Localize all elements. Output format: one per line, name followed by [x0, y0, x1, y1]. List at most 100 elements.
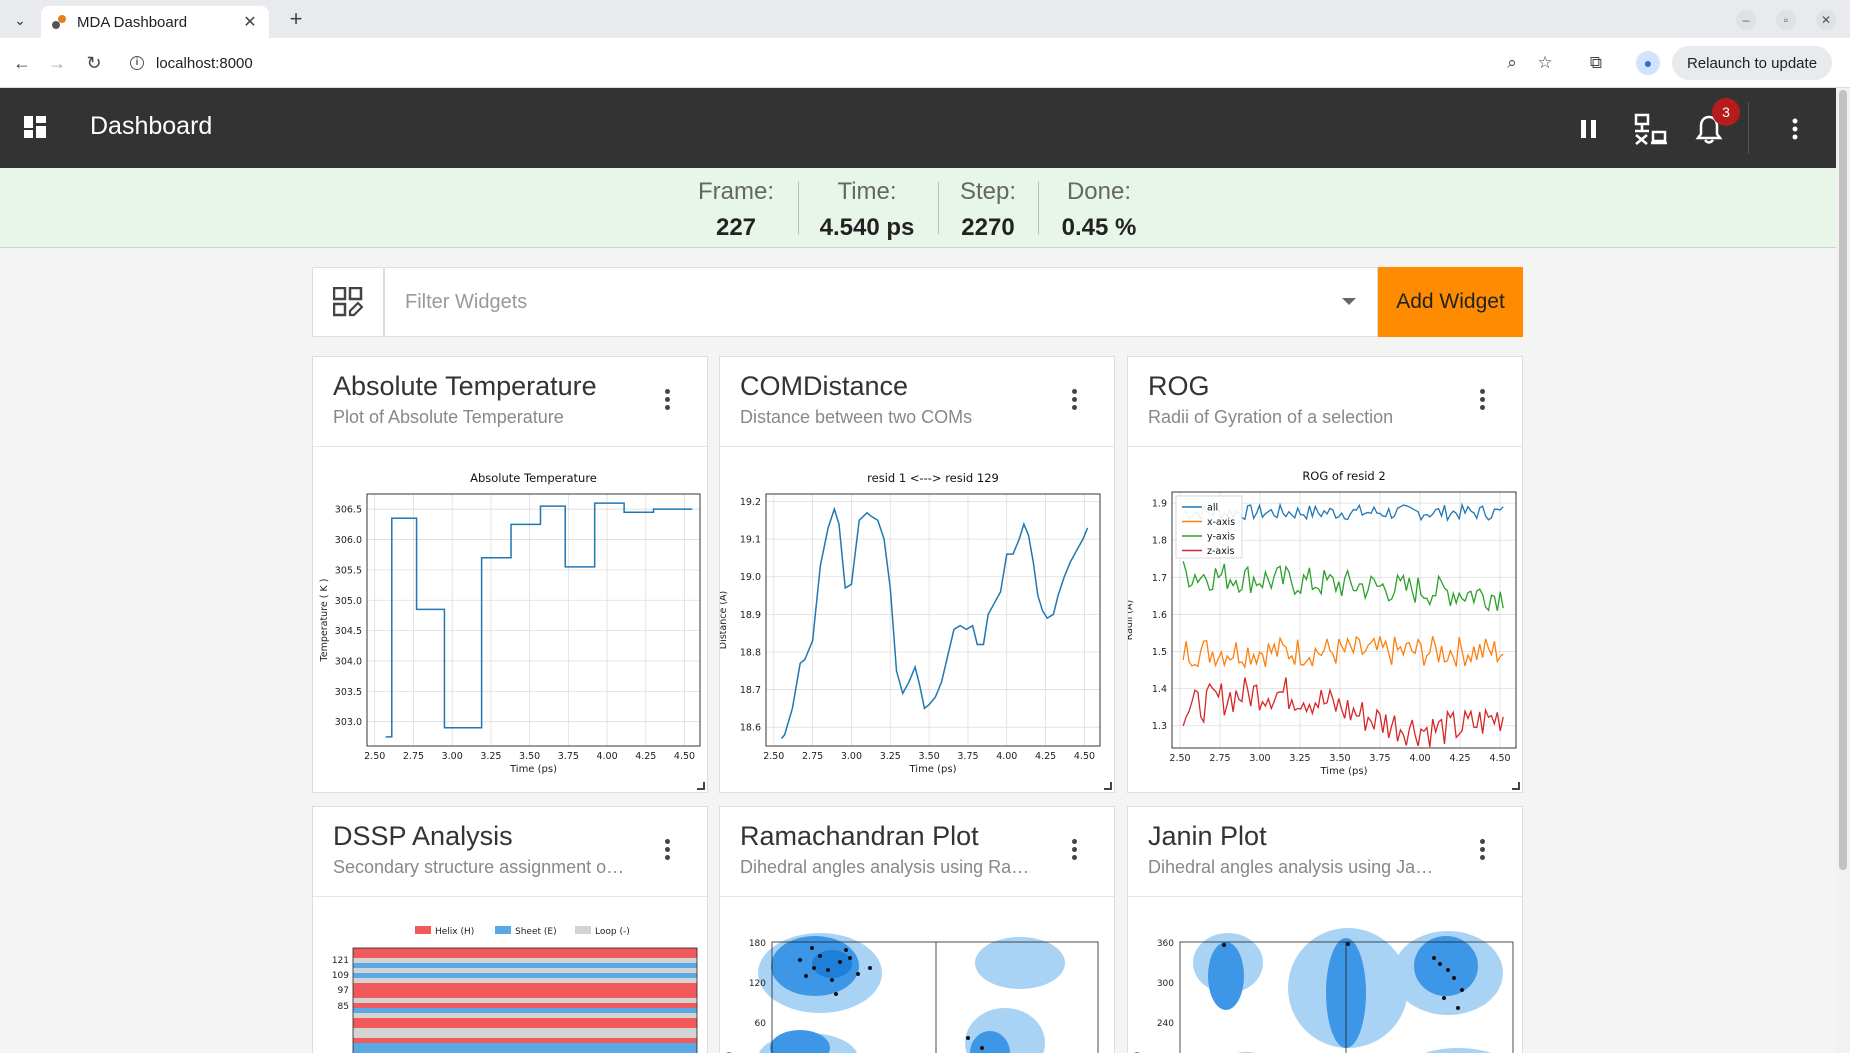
frame-stat: Frame: 227	[696, 178, 776, 242]
density-region	[1208, 942, 1244, 1010]
y-tick-label: 97	[338, 986, 349, 996]
data-point	[1442, 996, 1446, 1000]
data-point	[826, 968, 830, 972]
x-tick-label: 2.75	[403, 751, 424, 762]
extensions-icon[interactable]: ⧉	[1584, 51, 1608, 75]
y-tick-label: 19.1	[740, 535, 761, 546]
app-toolbar: Dashboard 3	[0, 88, 1836, 168]
y-tick-label: 18.8	[740, 647, 761, 658]
relaunch-button[interactable]: Relaunch to update	[1672, 46, 1832, 80]
rog-series-line-y-axis	[1182, 561, 1504, 612]
card-subtitle: Plot of Absolute Temperature	[333, 407, 564, 427]
janin-chart: 360300240rees)	[1133, 928, 1514, 1053]
x-tick-label: 3.75	[957, 751, 978, 762]
dssp-row	[353, 1018, 697, 1023]
dssp-row	[353, 983, 697, 988]
data-point	[804, 974, 808, 978]
dssp-row	[353, 958, 697, 963]
x-tick-label: 4.25	[1449, 753, 1470, 764]
x-tick-label: 2.50	[763, 751, 784, 762]
ramachandran-chart: 18012060rees)	[725, 933, 1099, 1053]
data-point	[1432, 956, 1436, 960]
y-tick-label: 360	[1157, 939, 1174, 949]
legend-label: z-axis	[1207, 546, 1234, 557]
y-tick-label: 306.0	[335, 535, 362, 546]
pause-icon[interactable]	[1572, 112, 1606, 146]
stat-separator	[938, 182, 939, 234]
back-arrow-icon[interactable]: ←	[10, 51, 34, 75]
card-more-vert-icon[interactable]	[663, 837, 671, 863]
widget-card-rog: ROG Radii of Gyration of a selection ROG…	[1127, 356, 1523, 793]
minimize-icon[interactable]: –	[1736, 10, 1756, 30]
reload-icon[interactable]: ↻	[82, 51, 106, 75]
y-axis-label: Temperature ( K )	[319, 579, 330, 663]
profile-avatar-icon[interactable]: ●	[1636, 51, 1660, 75]
stat-separator	[1038, 182, 1039, 234]
browser-tab[interactable]: MDA Dashboard ✕	[41, 6, 269, 38]
data-point	[1438, 962, 1442, 966]
y-tick-label: 1.5	[1152, 647, 1167, 658]
density-region	[1414, 936, 1478, 996]
filter-widgets-input[interactable]: Filter Widgets	[384, 267, 1378, 337]
data-point	[798, 958, 802, 962]
chart-title: ROG of resid 2	[1302, 469, 1385, 483]
y-axis-label: Distance (Å)	[720, 591, 729, 649]
y-tick-label: 303.5	[335, 687, 362, 698]
y-tick-label: 1.6	[1152, 610, 1167, 621]
x-tick-label: 3.00	[841, 751, 862, 762]
chart-title: resid 1 <---> resid 129	[867, 471, 999, 485]
x-tick-label: 3.50	[519, 751, 540, 762]
maximize-icon[interactable]: ▫	[1776, 10, 1796, 30]
x-tick-label: 4.00	[596, 751, 617, 762]
omnibox[interactable]: i localhost:8000	[120, 45, 1460, 81]
card-more-vert-icon[interactable]	[1070, 837, 1078, 863]
app-viewport: Dashboard 3 Frame: 227 Time: 4.540 ps St…	[0, 88, 1836, 1053]
resize-handle-icon[interactable]	[697, 782, 705, 790]
card-more-vert-icon[interactable]	[1478, 837, 1486, 863]
dssp-row	[353, 963, 697, 968]
dssp-row	[353, 1023, 697, 1028]
y-axis-label: Radii (Å)	[1128, 600, 1135, 640]
y-tick-label: 240	[1157, 1019, 1174, 1029]
card-more-vert-icon[interactable]	[663, 387, 671, 413]
tab-title: MDA Dashboard	[77, 13, 188, 31]
tab-search-chevron-icon[interactable]: ⌄	[6, 8, 34, 32]
zoom-icon[interactable]: ⌕	[1500, 51, 1524, 75]
legend-swatch	[415, 926, 431, 934]
data-point	[834, 992, 838, 996]
page-scrollbar[interactable]	[1836, 88, 1850, 1053]
more-vert-icon[interactable]	[1778, 112, 1812, 146]
tab-close-icon[interactable]: ✕	[241, 12, 259, 32]
add-widget-button[interactable]: Add Widget	[1378, 267, 1523, 337]
y-tick-label: 1.7	[1152, 573, 1167, 584]
x-tick-label: 2.75	[802, 751, 823, 762]
site-info-icon[interactable]: i	[130, 56, 144, 70]
disconnect-network-icon[interactable]	[1630, 112, 1670, 146]
widget-edit-icon[interactable]	[312, 267, 384, 337]
density-region	[1424, 1048, 1492, 1053]
bookmark-star-icon[interactable]: ☆	[1533, 51, 1557, 75]
resize-handle-icon[interactable]	[1512, 782, 1520, 790]
y-tick-label: 305.0	[335, 596, 362, 607]
dashboard-grid-icon[interactable]	[24, 116, 46, 138]
y-tick-label: 120	[749, 979, 766, 989]
y-tick-label: 18.9	[740, 610, 761, 621]
x-tick-label: 4.50	[1074, 751, 1095, 762]
filter-dropdown-caret-icon[interactable]	[1342, 298, 1356, 305]
data-point	[1456, 1006, 1460, 1010]
url-text[interactable]: localhost:8000	[156, 55, 253, 72]
x-tick-label: 3.25	[1289, 753, 1310, 764]
density-blobs	[758, 933, 1065, 1053]
x-tick-label: 4.25	[1035, 751, 1056, 762]
new-tab-button[interactable]: +	[282, 8, 310, 32]
card-header: Janin Plot Dihedral angles analysis usin…	[1128, 807, 1522, 897]
resize-handle-icon[interactable]	[1104, 782, 1112, 790]
dssp-row	[353, 953, 697, 958]
forward-arrow-icon[interactable]: →	[45, 51, 69, 75]
window-close-icon[interactable]: ✕	[1816, 10, 1836, 30]
scrollbar-thumb[interactable]	[1839, 90, 1847, 870]
time-label: Time:	[837, 178, 897, 205]
data-point	[966, 1036, 970, 1040]
card-more-vert-icon[interactable]	[1070, 387, 1078, 413]
card-more-vert-icon[interactable]	[1478, 387, 1486, 413]
